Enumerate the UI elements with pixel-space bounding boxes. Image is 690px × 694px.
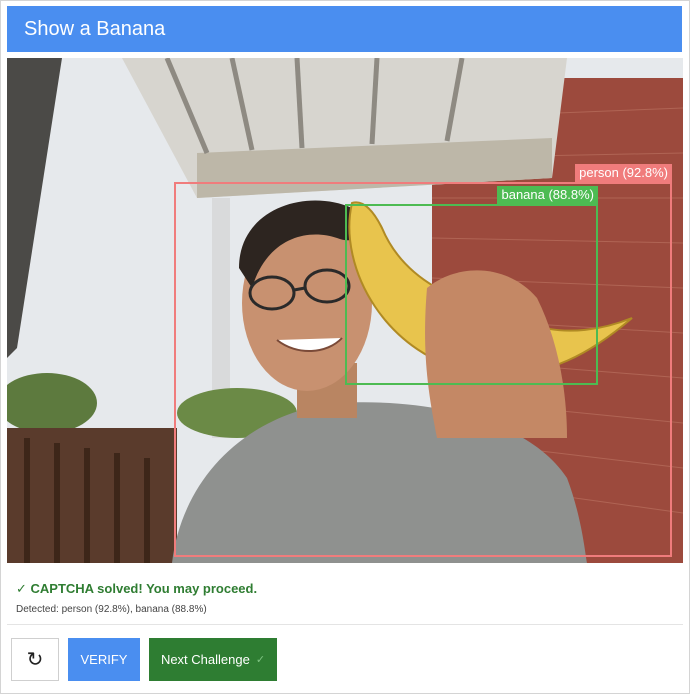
refresh-button[interactable]: ↻ bbox=[11, 638, 59, 681]
camera-feed: person (92.8%) banana (88.8%) bbox=[7, 58, 683, 563]
next-challenge-label: Next Challenge bbox=[160, 652, 250, 667]
person-label: person (92.8%) bbox=[575, 164, 672, 182]
banana-bounding-box: banana (88.8%) bbox=[345, 186, 598, 385]
detected-summary: Detected: person (92.8%), banana (88.8%) bbox=[16, 604, 207, 615]
captcha-widget: Show a Banana person (92.8%) banana (88.… bbox=[0, 0, 690, 694]
refresh-icon: ↻ bbox=[26, 649, 44, 671]
check-icon: ✓ bbox=[255, 654, 266, 666]
challenge-title: Show a Banana bbox=[7, 6, 682, 52]
status-message: ✓ CAPTCHA solved! You may proceed. bbox=[16, 581, 258, 596]
verify-button[interactable]: VERIFY bbox=[68, 638, 140, 681]
banana-label: banana (88.8%) bbox=[497, 186, 598, 204]
next-challenge-button[interactable]: Next Challenge ✓ bbox=[149, 638, 277, 681]
divider bbox=[7, 624, 683, 625]
